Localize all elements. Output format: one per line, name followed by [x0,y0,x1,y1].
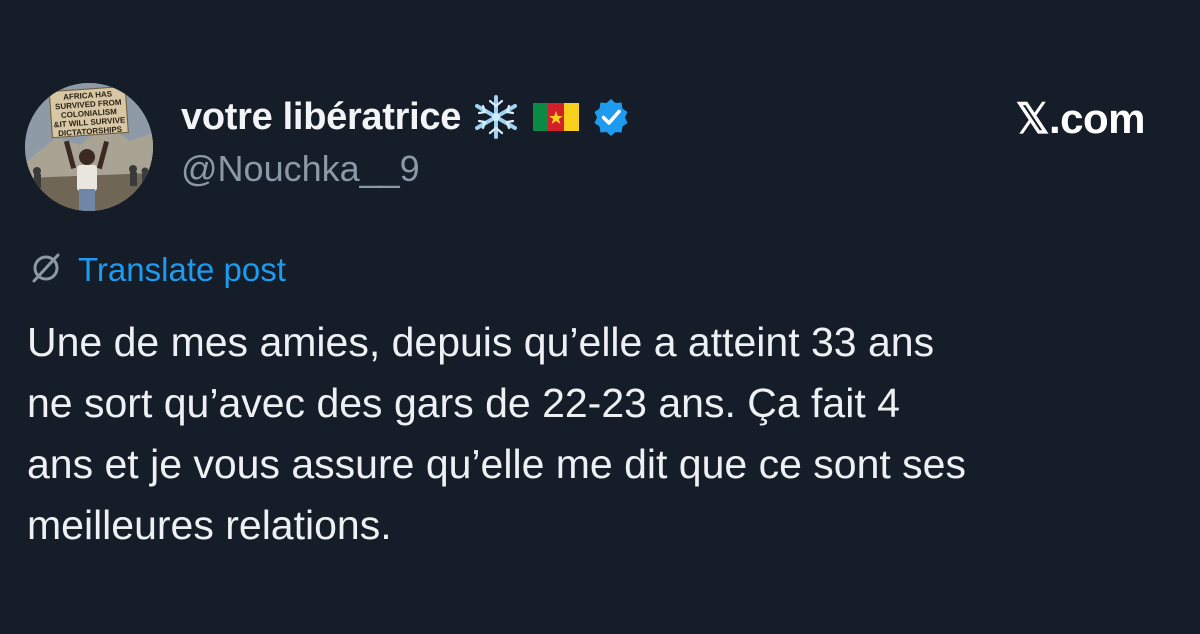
avatar[interactable]: AFRICA HAS SURVIVED FROM COLONIALISM &IT… [25,83,153,211]
x-logo: 𝕏.com [1015,95,1146,142]
translate-post-link[interactable]: Translate post [78,251,286,289]
snowflake-icon [471,95,521,139]
author-display-name[interactable]: votre libératrice [181,96,461,139]
verified-badge-icon[interactable] [591,95,631,139]
avatar-image: AFRICA HAS SURVIVED FROM COLONIALISM &IT… [25,83,153,211]
translate-post-row[interactable]: Translate post [28,250,286,290]
post-card: AFRICA HAS SURVIVED FROM COLONIALISM &IT… [0,0,1200,634]
author-handle[interactable]: @Nouchka__9 [181,148,420,190]
post-text: Une de mes amies, depuis qu’elle a attei… [27,319,966,548]
cameroon-flag-icon [531,95,581,139]
author-name-row: votre libératrice [181,95,631,139]
globe-slash-icon [28,250,64,291]
